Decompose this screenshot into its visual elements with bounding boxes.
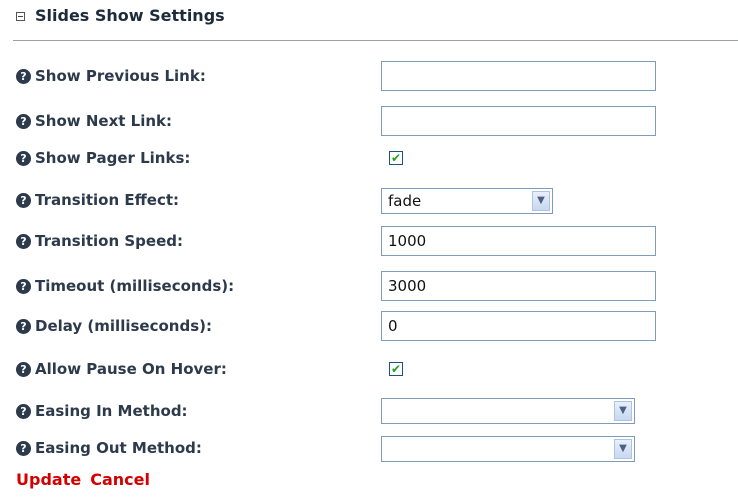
row-timeout: ? Timeout (milliseconds):: [16, 271, 234, 301]
help-icon[interactable]: ?: [16, 68, 31, 84]
collapse-icon[interactable]: [16, 11, 25, 21]
show-pager-links-checkbox[interactable]: ✔: [389, 151, 403, 165]
transition-speed-label: Transition Speed:: [35, 232, 183, 250]
cancel-link[interactable]: Cancel: [90, 470, 150, 489]
show-pager-links-label: Show Pager Links:: [35, 149, 191, 167]
timeout-input[interactable]: [381, 271, 656, 301]
help-icon[interactable]: ?: [16, 403, 31, 419]
transition-speed-input[interactable]: [381, 226, 656, 256]
easing-in-method-label: Easing In Method:: [35, 402, 188, 420]
show-next-link-input[interactable]: [381, 106, 656, 136]
help-icon[interactable]: ?: [16, 192, 31, 208]
form-actions: Update Cancel: [16, 470, 150, 489]
easing-out-method-label: Easing Out Method:: [35, 439, 202, 457]
chevron-down-icon[interactable]: ▼: [614, 439, 632, 459]
section-divider: [13, 40, 738, 41]
help-icon[interactable]: ?: [16, 278, 31, 294]
help-icon[interactable]: ?: [16, 318, 31, 334]
delay-input[interactable]: [381, 311, 656, 341]
timeout-label: Timeout (milliseconds):: [35, 277, 235, 295]
delay-label: Delay (milliseconds):: [35, 317, 212, 335]
help-icon[interactable]: ?: [16, 150, 31, 166]
row-show-previous-link: ? Show Previous Link:: [16, 61, 206, 91]
transition-effect-select[interactable]: fade ▼: [381, 188, 553, 214]
transition-effect-label: Transition Effect:: [35, 191, 180, 209]
allow-pause-on-hover-checkbox[interactable]: ✔: [389, 362, 403, 376]
row-transition-effect: ? Transition Effect:: [16, 185, 179, 215]
row-easing-in-method: ? Easing In Method:: [16, 396, 188, 426]
help-icon[interactable]: ?: [16, 361, 31, 377]
section-title: Slides Show Settings: [35, 6, 225, 25]
row-allow-pause-on-hover: ? Allow Pause On Hover:: [16, 354, 227, 384]
help-icon[interactable]: ?: [16, 113, 31, 129]
help-icon[interactable]: ?: [16, 233, 31, 249]
transition-effect-value: fade: [388, 192, 422, 210]
help-icon[interactable]: ?: [16, 440, 31, 456]
allow-pause-on-hover-label: Allow Pause On Hover:: [35, 360, 227, 378]
row-show-pager-links: ? Show Pager Links:: [16, 143, 190, 173]
section-header: Slides Show Settings: [16, 6, 225, 25]
show-next-link-label: Show Next Link:: [35, 112, 173, 130]
chevron-down-icon[interactable]: ▼: [532, 191, 550, 211]
chevron-down-icon[interactable]: ▼: [614, 401, 632, 421]
row-delay: ? Delay (milliseconds):: [16, 311, 212, 341]
row-show-next-link: ? Show Next Link:: [16, 106, 172, 136]
row-easing-out-method: ? Easing Out Method:: [16, 433, 202, 463]
show-previous-link-label: Show Previous Link:: [35, 67, 206, 85]
update-link[interactable]: Update: [16, 470, 81, 489]
easing-out-method-select[interactable]: ▼: [381, 436, 635, 462]
row-transition-speed: ? Transition Speed:: [16, 226, 183, 256]
easing-in-method-select[interactable]: ▼: [381, 398, 635, 424]
show-previous-link-input[interactable]: [381, 61, 656, 91]
